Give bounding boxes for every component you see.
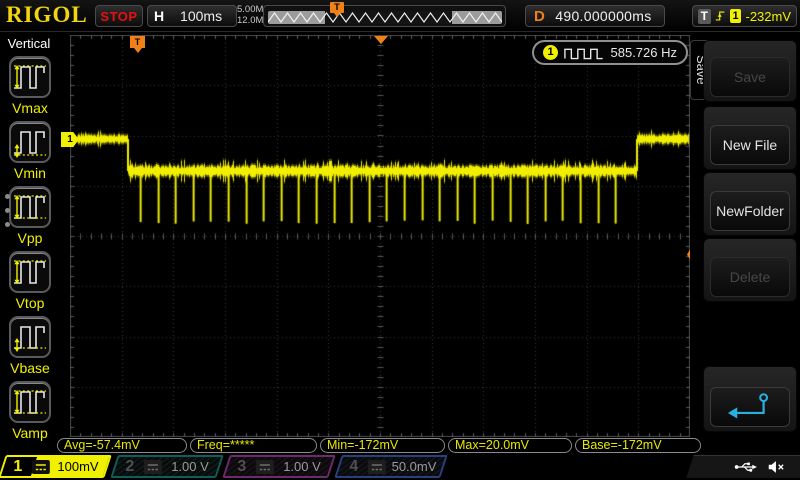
coupling-icon [372, 463, 382, 470]
menu-item-vmin[interactable]: Vmin [3, 121, 57, 181]
delay-value: 490.000000ms [555, 8, 652, 24]
menu-title: Vertical [7, 36, 51, 51]
trigger-position-marker[interactable]: T [130, 36, 145, 53]
screen-center-marker-icon [374, 36, 388, 44]
measurement-menu: Vertical Vmax Vmin Vpp Vtop Vbase Vamp [0, 32, 58, 452]
new-folder-button[interactable]: NewFolder [710, 191, 790, 231]
rising-edge-icon [715, 11, 725, 21]
back-button[interactable] [710, 387, 790, 427]
waveform-preview-bar[interactable]: T [263, 2, 506, 27]
speaker-muted-icon [768, 461, 784, 473]
rigol-logo: RIGOL [6, 2, 88, 27]
back-arrow-icon [727, 393, 769, 419]
coupling-icon [36, 463, 46, 470]
vmax-icon [9, 56, 51, 98]
trigger-level-value: -232mV [745, 8, 792, 24]
coupling-icon [260, 463, 270, 470]
trigger-position-preview-marker[interactable]: T [330, 2, 344, 17]
trigger-source-badge: 1 [729, 9, 742, 23]
counter-channel-badge: 1 [543, 45, 558, 60]
frequency-counter: 1 585.726 Hz [532, 40, 688, 65]
menu-slot: New File [703, 106, 797, 170]
menu-item-vmax[interactable]: Vmax [3, 56, 57, 116]
graticule-area: T 1 T 1 585.726 Hz [61, 35, 702, 437]
run-state-badge[interactable]: STOP [95, 5, 143, 27]
memory-preview [268, 11, 502, 24]
channel-2-badge[interactable]: 2 1.00 V [110, 455, 224, 478]
menu-slot [703, 366, 797, 432]
horizontal-timebase-box[interactable]: H 100ms [147, 5, 237, 27]
measurement-base: Base=-172mV [575, 438, 701, 453]
menu-item-vbase[interactable]: Vbase [3, 316, 57, 376]
preview-waveform-icon [268, 12, 502, 23]
oscilloscope-screen: RIGOL STOP H 100ms 5.00MSa/s 12.0M pts T… [0, 0, 800, 480]
delay-box[interactable]: D 490.000000ms [525, 5, 665, 27]
frequency-value: 585.726 Hz [610, 45, 678, 60]
menu-item-vpp[interactable]: Vpp [3, 186, 57, 246]
vbase-icon [9, 316, 51, 358]
menu-slot: NewFolder [703, 172, 797, 236]
channel-status-bar: 1 100mV 2 1.00 V 3 1.00 V 4 50.0mV [0, 453, 800, 480]
measurement-min: Min=-172mV [320, 438, 445, 453]
vamp-icon [9, 381, 51, 423]
waveform-display [70, 35, 690, 437]
usb-icon [734, 462, 757, 472]
freq-pulse-icon [564, 48, 603, 59]
trigger-box[interactable]: T 1 -232mV [692, 5, 797, 27]
menu-slot: Save [703, 40, 797, 102]
measurement-avg: Avg=-57.4mV [57, 438, 187, 453]
channel-3-badge[interactable]: 3 1.00 V [222, 455, 336, 478]
save-button[interactable]: Save [710, 57, 790, 97]
top-status-bar: RIGOL STOP H 100ms 5.00MSa/s 12.0M pts T… [0, 0, 800, 32]
menu-item-vamp[interactable]: Vamp [3, 381, 57, 441]
vpp-icon [9, 186, 51, 228]
measurement-freq: Freq=***** [190, 438, 317, 453]
softkey-menu: Save Save New File NewFolder Delete [690, 32, 800, 480]
vtop-icon [9, 251, 51, 293]
status-icons-panel [686, 455, 800, 478]
delete-button[interactable]: Delete [710, 257, 790, 297]
delay-label: D [534, 7, 545, 25]
channel-1-badge[interactable]: 1 100mV [0, 455, 112, 478]
menu-slot: Delete [703, 238, 797, 302]
measurement-max: Max=20.0mV [448, 438, 572, 453]
vmin-icon [9, 121, 51, 163]
menu-scroll-indicator [5, 194, 10, 227]
menu-item-vtop[interactable]: Vtop [3, 251, 57, 311]
horizontal-label: H [154, 8, 165, 24]
timebase-value: 100ms [180, 8, 223, 24]
new-file-button[interactable]: New File [710, 125, 790, 165]
trigger-label: T [698, 8, 711, 24]
channel-4-badge[interactable]: 4 50.0mV [334, 455, 448, 478]
coupling-icon [148, 463, 158, 470]
